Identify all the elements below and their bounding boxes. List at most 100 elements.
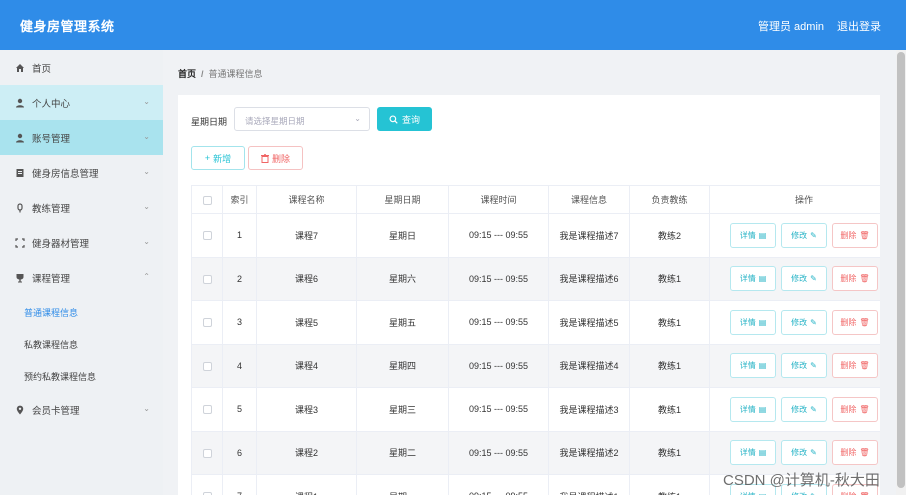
cell-time: 09:15 --- 09:55 — [448, 387, 549, 432]
detail-button-label: 详情 — [739, 448, 756, 458]
table-row[interactable]: 2 课程6 星期六 09:15 --- 09:55 我是课程描述6 教练1 详情 ▤ 修改 ✎ 删除… — [191, 256, 880, 301]
edit-button[interactable]: 修改✎ — [781, 222, 827, 248]
edit-icon: ✎ — [810, 230, 817, 240]
breadcrumb-separator: / — [201, 69, 204, 79]
cell-time: 09:15 --- 09:55 — [448, 256, 549, 301]
row-delete-label: 删除 — [840, 404, 857, 414]
row-select-cell[interactable] — [191, 387, 223, 432]
sidebar-item-label: 会员卡管理 — [32, 405, 80, 417]
row-select-cell[interactable] — [191, 213, 223, 258]
add-button[interactable]: + 新增 — [191, 146, 245, 170]
cell-index: 3 — [222, 300, 257, 345]
edit-button-label: 修改 — [791, 230, 808, 240]
row-select-cell[interactable] — [191, 300, 223, 345]
detail-button-label: 详情 — [740, 491, 756, 495]
sidebar-item-gym-info[interactable]: 健身房信息管理 ⌄ — [0, 155, 163, 190]
cell-actions: 详情▤修改✎删除🗑 — [709, 387, 880, 432]
row-checkbox[interactable] — [202, 361, 212, 371]
row-select-cell[interactable] — [191, 343, 223, 388]
document-icon: ▤ — [758, 274, 767, 284]
sidebar-item-personal-center[interactable]: 个人中心 ⌄ — [0, 85, 163, 120]
sidebar-subitem-label: 私教课程信息 — [24, 339, 79, 350]
sidebar-item-label: 健身器材管理 — [32, 238, 90, 250]
row-checkbox[interactable] — [202, 448, 212, 458]
table-row[interactable]: 1 课程7 星期日 09:15 --- 09:55 我是课程描述7 教练2 详情 ▤ 修改 ✎ 删除… — [191, 213, 880, 258]
table-row[interactable]: 5 课程3 星期三 09:15 --- 09:55 我是课程描述3 教练1 详情 ▤ 修改 ✎ 删除… — [191, 387, 880, 432]
batch-delete-button[interactable]: 删除 — [248, 146, 303, 170]
sidebar-subitem-booking[interactable]: 预约私教课程信息 — [0, 361, 163, 391]
edit-icon: ✎ — [810, 361, 817, 371]
cell-time: 09:15 --- 09:55 — [448, 430, 549, 475]
row-delete-button[interactable]: 删除🗑 — [832, 353, 878, 379]
table-row[interactable]: 6 课程2 星期二 09:15 --- 09:55 我是课程描述2 教练1 详情 ▤ 修改 ✎ 删除… — [191, 430, 880, 475]
search-button[interactable]: 查询 — [377, 107, 432, 131]
cell-weekday: 星期四 — [356, 343, 449, 388]
row-delete-button[interactable]: 删除🗑 — [832, 266, 878, 292]
detail-button[interactable]: 详情▤ — [730, 266, 776, 292]
row-delete-button[interactable]: 删除🗑 — [832, 440, 878, 466]
edit-button[interactable]: 修改✎ — [781, 309, 827, 335]
sidebar-item-course[interactable]: 课程管理 ⌃ — [0, 260, 163, 295]
edit-button[interactable]: 修改✎ — [781, 440, 827, 466]
scrollbar-thumb[interactable] — [897, 52, 905, 488]
row-select-cell[interactable] — [191, 474, 223, 495]
table-row[interactable]: 4 课程4 星期四 09:15 --- 09:55 我是课程描述4 教练1 详情 ▤ 修改 ✎ 删除… — [191, 343, 880, 388]
sidebar-item-membership[interactable]: 会员卡管理 ⌄ — [0, 392, 163, 427]
breadcrumb: 首页 / 普通课程信息 — [178, 67, 263, 80]
chevron-down-icon: ⌄ — [143, 237, 150, 246]
row-select-cell[interactable] — [191, 256, 223, 301]
cell-coach: 教练1 — [629, 300, 710, 345]
row-delete-button[interactable]: 删除🗑 — [832, 309, 878, 335]
sidebar-item-coach[interactable]: 教练管理 ⌄ — [0, 190, 163, 225]
edit-button[interactable]: 修改✎ — [781, 353, 827, 379]
cell-info: 我是课程描述7 — [548, 213, 630, 258]
page-scrollbar[interactable] — [896, 50, 906, 495]
edit-button[interactable]: 修改✎ — [781, 266, 827, 292]
cell-coach: 教练1 — [629, 430, 710, 475]
delete-button-label: 删除 — [271, 153, 290, 164]
row-select-cell[interactable] — [191, 430, 223, 475]
select-all-cell[interactable] — [191, 185, 223, 214]
cell-coach: 教练1 — [629, 343, 710, 388]
detail-button[interactable]: 详情▤ — [730, 309, 776, 335]
weekday-select[interactable]: 请选择星期日期 ⌄ — [234, 107, 370, 131]
watermark: CSDN @计算机-秋大田 — [723, 472, 880, 489]
sidebar-item-equipment[interactable]: 健身器材管理 ⌄ — [0, 225, 163, 260]
cell-weekday: 星期二 — [356, 430, 449, 475]
sidebar-subitem-private-course[interactable]: 私教课程信息 — [0, 329, 163, 359]
sidebar-subitem-regular-course[interactable]: 普通课程信息 — [0, 297, 163, 327]
cell-info: 我是课程描述6 — [548, 256, 630, 301]
scan-icon — [14, 237, 26, 248]
row-checkbox[interactable] — [202, 405, 212, 415]
sidebar-item-account[interactable]: 账号管理 ⌄ — [0, 120, 163, 155]
cell-coach: 教练2 — [629, 213, 710, 258]
breadcrumb-current: 普通课程信息 — [208, 69, 263, 79]
row-delete-button[interactable]: 删除🗑 — [832, 222, 878, 248]
column-header: 索引 — [222, 185, 257, 214]
search-icon — [389, 114, 398, 124]
edit-button-label: 修改 — [791, 361, 808, 371]
chevron-down-icon: ⌄ — [143, 202, 150, 211]
row-checkbox[interactable] — [202, 231, 212, 241]
row-delete-label: 删除 — [840, 448, 857, 458]
cell-info: 我是课程描述5 — [548, 300, 630, 345]
chevron-down-icon: ⌄ — [143, 167, 150, 176]
detail-button[interactable]: 详情▤ — [730, 353, 776, 379]
row-checkbox[interactable] — [202, 274, 212, 284]
cell-time: 09:15 --- 09:55 — [448, 474, 549, 495]
detail-button[interactable]: 详情▤ — [730, 440, 776, 466]
cell-weekday: 星期一 — [356, 474, 449, 495]
sidebar-item-home[interactable]: 首页 — [0, 50, 163, 85]
detail-button[interactable]: 详情▤ — [730, 222, 776, 248]
select-all-checkbox[interactable] — [202, 195, 212, 205]
detail-button[interactable]: 详情▤ — [730, 396, 776, 422]
edit-button[interactable]: 修改✎ — [781, 396, 827, 422]
table-row[interactable]: 3 课程5 星期五 09:15 --- 09:55 我是课程描述5 教练1 详情 ▤ 修改 ✎ 删除… — [191, 300, 880, 345]
logout-link[interactable]: 退出登录 — [837, 18, 881, 34]
row-delete-button[interactable]: 删除🗑 — [832, 396, 878, 422]
cell-name: 课程1 — [256, 474, 357, 495]
chevron-down-icon: ⌄ — [143, 97, 150, 106]
column-header: 课程名称 — [256, 185, 357, 214]
breadcrumb-home[interactable]: 首页 — [178, 69, 196, 79]
row-checkbox[interactable] — [202, 318, 212, 328]
